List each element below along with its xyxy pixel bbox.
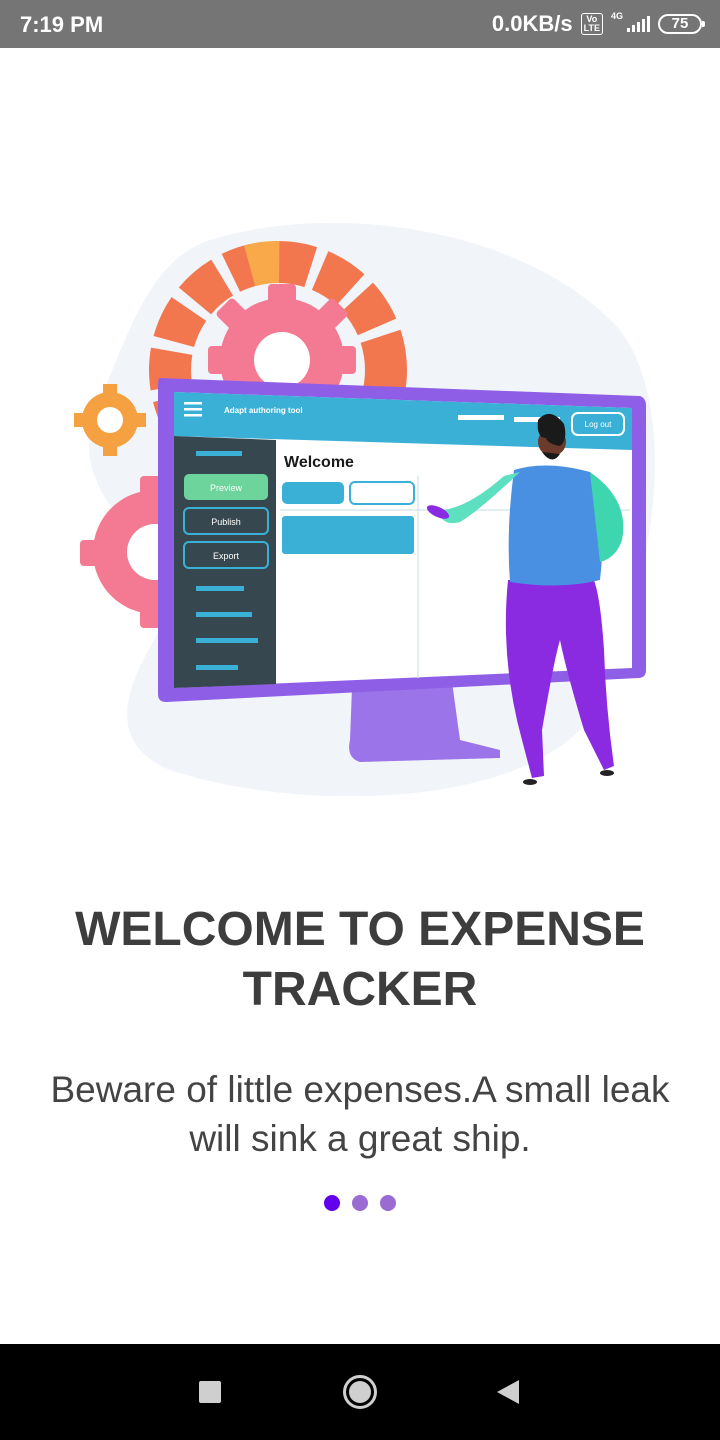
back-button[interactable] xyxy=(488,1372,528,1412)
illustration-welcome: Welcome xyxy=(284,454,354,471)
home-circle-icon xyxy=(343,1375,377,1409)
illustration-app-title: Adapt authoring tool xyxy=(224,406,303,415)
battery-level: 75 xyxy=(671,15,689,32)
home-button[interactable] xyxy=(340,1372,380,1412)
recents-button[interactable] xyxy=(190,1372,230,1412)
onboarding-title: WELCOME TO EXPENSE TRACKER xyxy=(75,903,645,1016)
illustration-export: Export xyxy=(213,551,240,561)
status-icons: 0.0KB/s Vo LTE 4G 75 xyxy=(491,10,705,38)
illustration-logout: Log out xyxy=(585,420,612,429)
page-dot-3[interactable] xyxy=(380,1195,396,1211)
battery-icon: 75 xyxy=(658,14,705,34)
signal-icon xyxy=(627,16,650,32)
square-icon xyxy=(199,1381,221,1403)
status-bar: 7:19 PM 0.0KB/s Vo LTE 4G 75 xyxy=(0,0,720,48)
volte-icon: Vo LTE xyxy=(580,13,603,35)
status-time: 7:19 PM xyxy=(20,12,104,37)
page-dot-2[interactable] xyxy=(352,1195,368,1211)
onboarding-illustration: Adapt authoring tool Log out Preview Pub… xyxy=(74,222,655,797)
illustration-publish: Publish xyxy=(211,517,241,527)
net-speed: 0.0KB/s xyxy=(491,11,573,36)
back-triangle-icon xyxy=(497,1380,519,1404)
page-indicator[interactable] xyxy=(0,1195,720,1211)
onboarding-subtitle: Beware of little expenses.A small leak w… xyxy=(50,1069,670,1159)
illustration-preview: Preview xyxy=(210,483,243,493)
system-nav-bar xyxy=(0,1344,720,1440)
page-dot-1[interactable] xyxy=(324,1195,340,1211)
network-type: 4G xyxy=(610,11,623,21)
